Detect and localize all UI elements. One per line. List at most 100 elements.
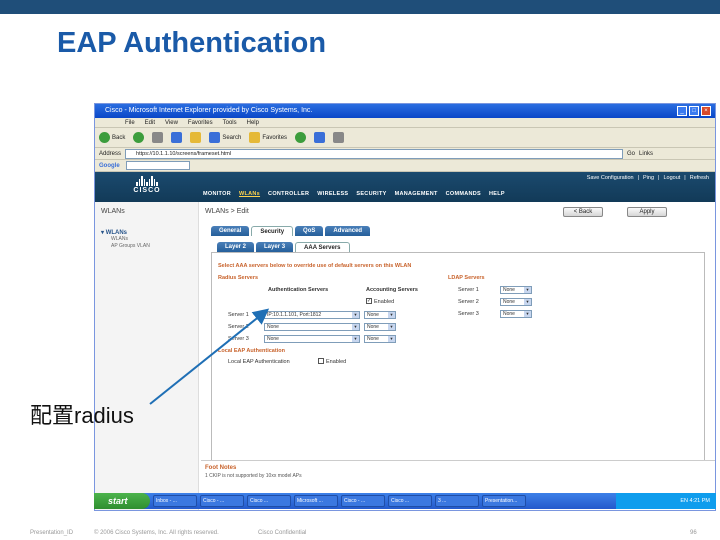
taskbar-item[interactable]: Cisco - ...: [200, 495, 244, 507]
browser-title-bar: Cisco - Microsoft Internet Explorer prov…: [95, 104, 715, 118]
footer-confidential: Cisco Confidential: [258, 530, 307, 536]
menu-view[interactable]: View: [165, 118, 178, 127]
radius-auth-server-1-select[interactable]: IP:10.1.1.101, Port:1812 ▼: [264, 311, 360, 319]
taskbar-item[interactable]: Cisco ...: [247, 495, 291, 507]
ping-link[interactable]: Ping: [643, 175, 654, 181]
mail-icon: [314, 132, 326, 143]
tab-security[interactable]: Security: [251, 226, 294, 236]
nav-security[interactable]: SECURITY: [356, 191, 386, 197]
back-button[interactable]: < Back: [563, 207, 603, 217]
breadcrumb: WLANs > Edit: [205, 208, 249, 215]
ldap-server-1-select[interactable]: None ▼: [500, 286, 532, 294]
history-icon: [295, 132, 307, 143]
wlc-page: CISCO Save Configuration | Ping | Logout…: [95, 172, 715, 510]
back-button[interactable]: Back: [99, 132, 125, 143]
taskbar-item[interactable]: Cisco - ...: [341, 495, 385, 507]
taskbar-item[interactable]: Presentation...: [482, 495, 526, 507]
tab-qos[interactable]: QoS: [295, 226, 324, 236]
ldap-server-3-select[interactable]: None ▼: [500, 310, 532, 318]
taskbar-item[interactable]: 3 ...: [435, 495, 479, 507]
radius-auth-server-3-select[interactable]: None ▼: [264, 335, 360, 343]
minimize-icon[interactable]: _: [677, 106, 687, 116]
subtab-layer3[interactable]: Layer 3: [256, 242, 294, 252]
browser-toolbar: Back Search Favorites: [95, 128, 715, 148]
links-button[interactable]: Links: [639, 151, 653, 157]
radius-auth-server-2-select[interactable]: None ▼: [264, 323, 360, 331]
tab-advanced[interactable]: Advanced: [325, 226, 371, 236]
apply-button[interactable]: Apply: [627, 207, 667, 217]
chevron-down-icon: ▼: [524, 299, 531, 305]
address-input[interactable]: https://10.1.1.10/screens/frameset.html: [125, 148, 624, 159]
nav-wireless[interactable]: WIRELESS: [317, 191, 348, 197]
refresh-button[interactable]: [171, 132, 183, 143]
mail-button[interactable]: [314, 132, 326, 143]
security-subtabs: Layer 2 Layer 3 AAA Servers: [217, 242, 350, 252]
local-eap-heading: Local EAP Authentication: [218, 348, 285, 354]
menu-edit[interactable]: Edit: [145, 118, 155, 127]
nav-controller[interactable]: CONTROLLER: [268, 191, 309, 197]
system-tray-clock: EN 4:21 PM: [616, 493, 716, 509]
menu-tools[interactable]: Tools: [223, 118, 237, 127]
radius-server-3-label: Server 3: [228, 336, 249, 342]
chevron-down-icon: ▼: [388, 324, 395, 330]
cisco-logo: CISCO: [127, 176, 167, 194]
menu-help[interactable]: Help: [247, 118, 259, 127]
menu-file[interactable]: File: [125, 118, 135, 127]
subtab-layer2[interactable]: Layer 2: [217, 242, 255, 252]
search-icon: [209, 132, 221, 143]
taskbar-item[interactable]: Microsoft ...: [294, 495, 338, 507]
google-toolbar: Google: [95, 160, 715, 172]
nav-wlans[interactable]: WLANs: [239, 191, 260, 197]
maximize-icon[interactable]: □: [689, 106, 699, 116]
print-button[interactable]: [333, 132, 345, 143]
home-button[interactable]: [190, 132, 202, 143]
google-search-input[interactable]: [125, 161, 190, 170]
refresh-icon: [171, 132, 183, 143]
nav-monitor[interactable]: MONITOR: [203, 191, 231, 197]
cisco-wordmark: CISCO: [133, 187, 161, 194]
refresh-link[interactable]: Refresh: [690, 175, 709, 181]
start-button[interactable]: start: [94, 493, 150, 509]
forward-button[interactable]: [133, 132, 145, 143]
tab-general[interactable]: General: [211, 226, 250, 236]
radius-acct-server-1-select[interactable]: None ▼: [364, 311, 396, 319]
local-eap-enabled-label: Enabled: [326, 359, 347, 365]
accounting-enabled-checkbox[interactable]: ✓: [366, 298, 372, 304]
left-nav-item-ap-groups[interactable]: AP Groups VLAN: [101, 243, 192, 250]
back-arrow-icon: [99, 132, 110, 143]
menu-favorites[interactable]: Favorites: [188, 118, 213, 127]
chevron-down-icon: ▼: [388, 336, 395, 342]
taskbar-item[interactable]: Inbox - ...: [153, 495, 197, 507]
left-nav-title: WLANs: [101, 208, 125, 215]
left-nav-item-wlans[interactable]: WLANs: [101, 236, 192, 243]
printer-icon: [333, 132, 345, 143]
taskbar-item[interactable]: Cisco ...: [388, 495, 432, 507]
stop-button[interactable]: [152, 132, 164, 143]
footer-copyright: © 2006 Cisco Systems, Inc. All rights re…: [94, 530, 219, 536]
save-configuration-link[interactable]: Save Configuration: [587, 175, 634, 181]
radius-acct-server-3-select[interactable]: None ▼: [364, 335, 396, 343]
nav-commands[interactable]: COMMANDS: [446, 191, 481, 197]
close-icon[interactable]: ×: [701, 106, 711, 116]
radius-server-1-label: Server 1: [228, 312, 249, 318]
footer-presentation-id: Presentation_ID: [30, 530, 74, 536]
auth-servers-column: Authentication Servers: [268, 287, 329, 293]
radius-acct-server-2-select[interactable]: None ▼: [364, 323, 396, 331]
history-button[interactable]: [295, 132, 307, 143]
nav-management[interactable]: MANAGEMENT: [395, 191, 438, 197]
wlc-left-nav: WLANs ▾ WLANs WLANs AP Groups VLAN: [95, 202, 199, 510]
forward-arrow-icon: [133, 132, 145, 143]
subtab-aaa-servers[interactable]: AAA Servers: [295, 242, 350, 252]
go-button[interactable]: Go: [627, 151, 635, 157]
search-button[interactable]: Search: [209, 132, 241, 143]
local-eap-checkbox[interactable]: [318, 358, 324, 364]
logout-link[interactable]: Logout: [663, 175, 680, 181]
ldap-server-2-select[interactable]: None ▼: [500, 298, 532, 306]
wlc-top-links: Save Configuration | Ping | Logout | Ref…: [586, 175, 709, 181]
left-nav-tree-wlans[interactable]: ▾ WLANs: [101, 229, 192, 236]
wlc-header: CISCO Save Configuration | Ping | Logout…: [95, 172, 715, 202]
nav-help[interactable]: HELP: [489, 191, 505, 197]
favorites-button[interactable]: Favorites: [249, 132, 287, 143]
wlc-content: WLANs > Edit < Back Apply General Securi…: [201, 202, 715, 510]
ldap-servers-heading: LDAP Servers: [448, 275, 485, 281]
